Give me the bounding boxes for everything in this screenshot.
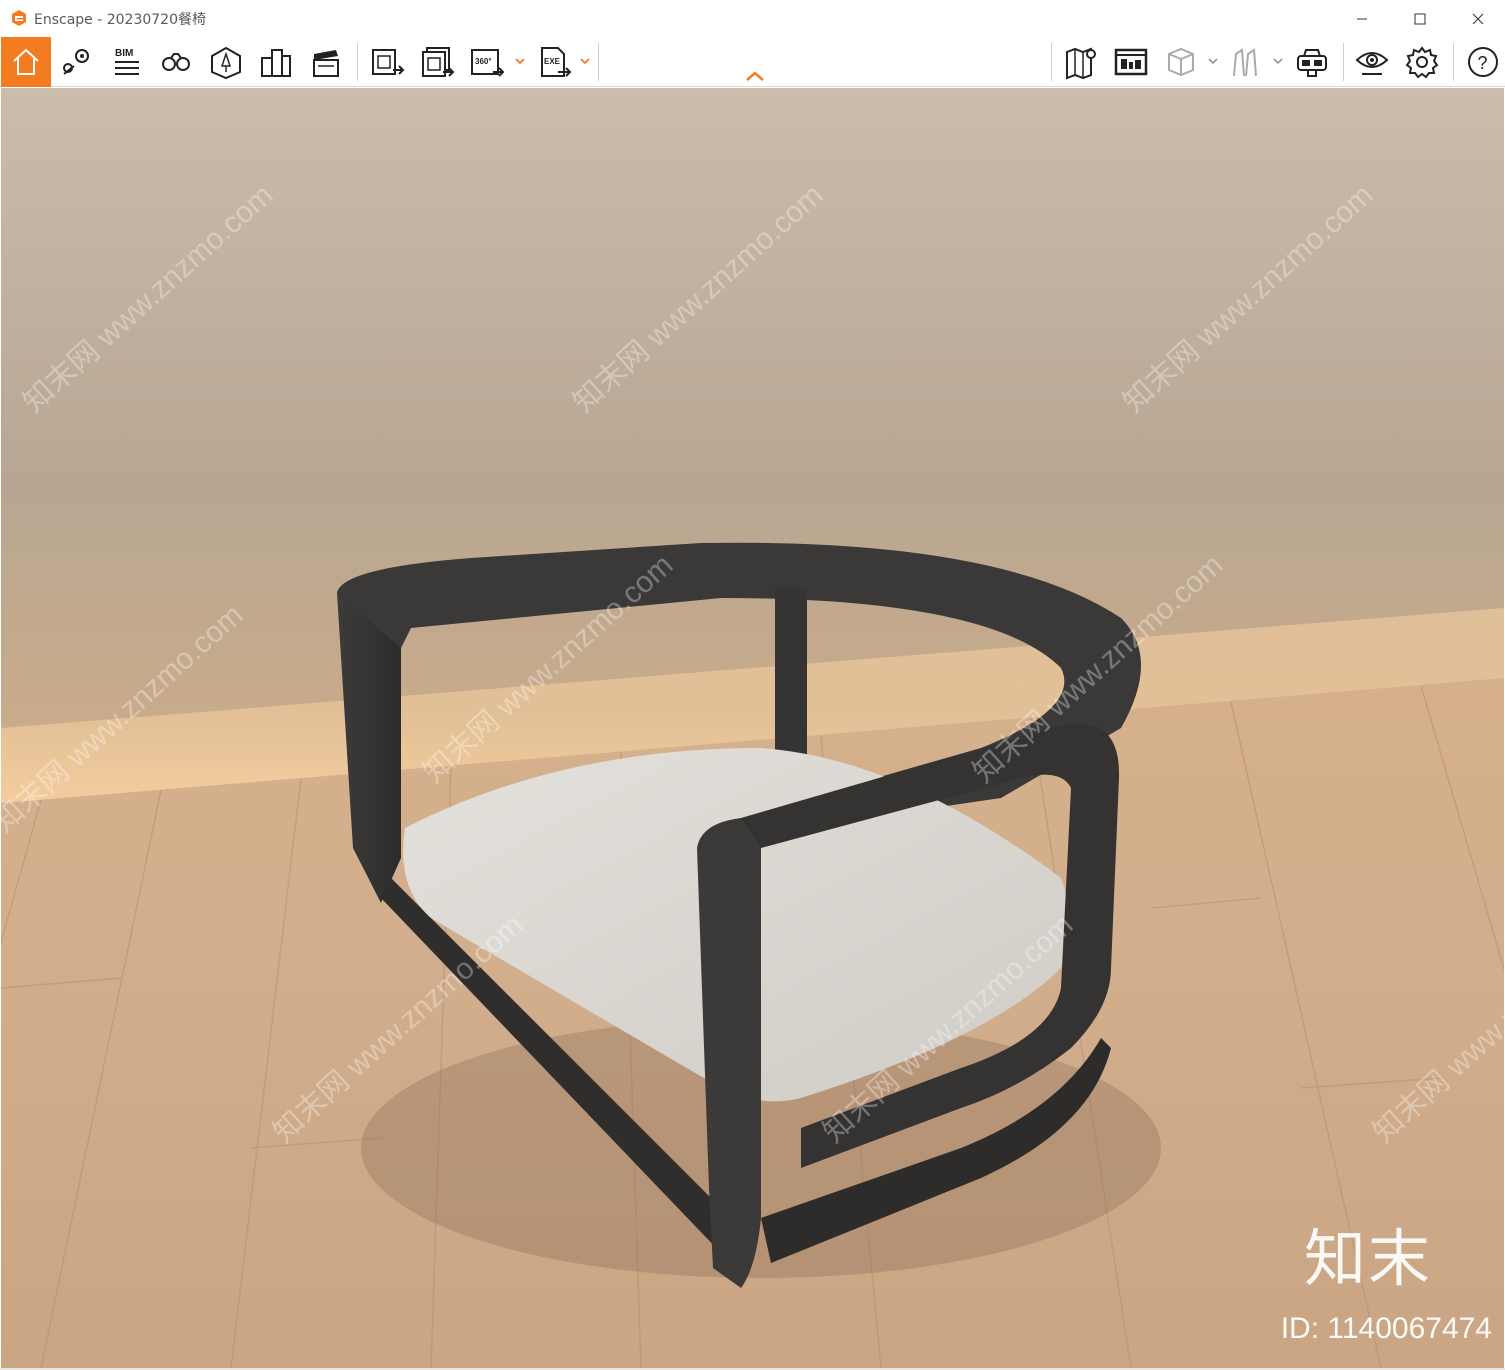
- close-icon: [1472, 13, 1484, 24]
- toolbar-separator: [357, 43, 358, 81]
- render-screenshot-icon: [372, 49, 405, 75]
- batch-render-icon: [422, 47, 455, 77]
- enscape-logo-icon: [12, 10, 26, 26]
- location-pin-icon: [63, 49, 89, 75]
- minimize-button[interactable]: [1334, 0, 1390, 37]
- collapse-toolbar-chevron-icon[interactable]: [743, 69, 767, 83]
- maximize-button[interactable]: [1392, 0, 1448, 37]
- window-title: Enscape - 20230720餐椅: [34, 12, 206, 28]
- exe-export-button[interactable]: EXE: [531, 40, 577, 84]
- video-editor-button[interactable]: [303, 40, 349, 84]
- panorama-dropdown-chevron-icon[interactable]: [513, 54, 527, 68]
- cube-dropdown-chevron-icon[interactable]: [1206, 54, 1220, 68]
- exe-export-icon: EXE: [541, 47, 572, 77]
- map-button[interactable]: [1058, 40, 1104, 84]
- asset-library-button[interactable]: [203, 40, 249, 84]
- vr-figures-button[interactable]: [1223, 40, 1269, 84]
- buildings-icon: [261, 49, 291, 77]
- map-icon: [1066, 47, 1096, 80]
- views-button[interactable]: [153, 40, 199, 84]
- bim-button[interactable]: BIM: [102, 40, 148, 84]
- binoculars-icon: [162, 53, 190, 71]
- vr-headset-icon: [1297, 49, 1327, 77]
- bim-icon: BIM: [115, 48, 139, 75]
- toolbar-separator: [1453, 43, 1454, 81]
- minimize-icon: [1357, 18, 1367, 19]
- main-toolbar: BIM 360° EXE ?: [0, 37, 1505, 87]
- visual-settings-button[interactable]: [1349, 40, 1395, 84]
- help-icon: ?: [1468, 47, 1498, 77]
- clapperboard-icon: [313, 50, 339, 77]
- exe-dropdown-chevron-icon[interactable]: [578, 54, 592, 68]
- watermark-id: ID: 1140067474: [1280, 1312, 1492, 1345]
- svg-text:?: ?: [1478, 53, 1488, 73]
- home-icon: [13, 48, 39, 75]
- home-button[interactable]: [1, 37, 51, 87]
- site-context-button[interactable]: [253, 40, 299, 84]
- cube-view-button[interactable]: [1158, 40, 1204, 84]
- maximize-icon: [1414, 13, 1426, 24]
- asset-library-icon: [211, 46, 241, 80]
- panorama-360-icon: 360°: [471, 49, 505, 77]
- vr-figures-dropdown-chevron-icon[interactable]: [1271, 54, 1285, 68]
- vr-figures-icon: [1233, 48, 1257, 77]
- toolbar-separator: [1343, 43, 1344, 81]
- minimap-icon: [1114, 48, 1148, 76]
- help-button[interactable]: ?: [1460, 40, 1505, 84]
- location-button[interactable]: [53, 40, 99, 84]
- title-bar: Enscape - 20230720餐椅: [0, 0, 1505, 37]
- toolbar-separator: [598, 43, 599, 81]
- minimap-button[interactable]: [1108, 40, 1154, 84]
- close-button[interactable]: [1450, 0, 1505, 37]
- svg-text:BIM: BIM: [115, 48, 133, 59]
- vr-headset-button[interactable]: [1289, 40, 1335, 84]
- settings-button[interactable]: [1399, 40, 1445, 84]
- svg-text:EXE: EXE: [544, 57, 561, 66]
- render-viewport[interactable]: 知末网 www.znzmo.com 知末网 www.znzmo.com 知末网 …: [1, 88, 1504, 1368]
- watermark-logo: 知末: [1303, 1222, 1432, 1295]
- visual-settings-eye-icon: [1355, 52, 1389, 75]
- cube-view-icon: [1168, 47, 1194, 77]
- svg-text:360°: 360°: [475, 57, 492, 66]
- batch-render-button[interactable]: [414, 40, 460, 84]
- panorama-button[interactable]: 360°: [464, 40, 510, 84]
- render-screenshot-button[interactable]: [364, 40, 410, 84]
- toolbar-separator: [1051, 43, 1052, 81]
- settings-gear-icon: [1405, 46, 1439, 79]
